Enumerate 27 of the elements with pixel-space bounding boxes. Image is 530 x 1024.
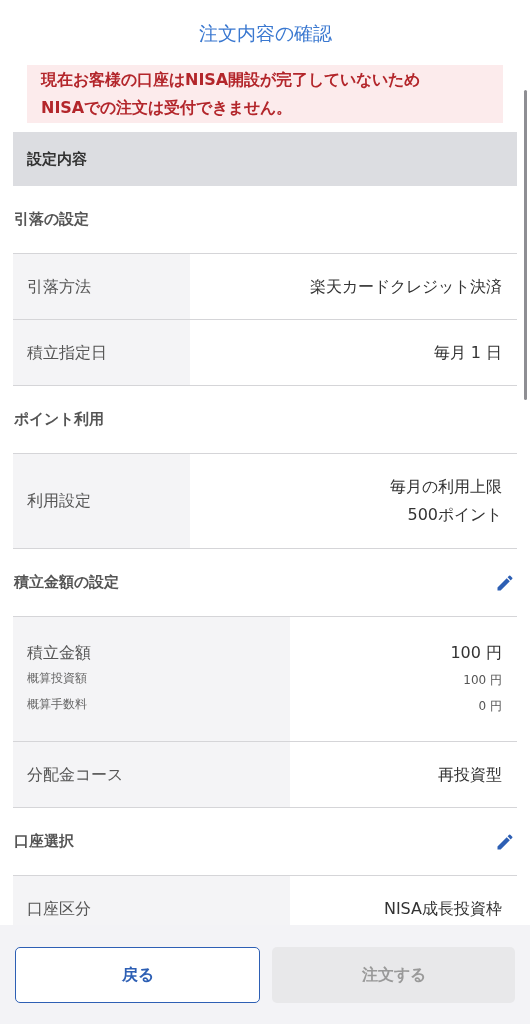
warning-message: 現在お客様の口座はNISA開設が完了していないため NISAでの注文は受付できません。	[27, 65, 503, 123]
row-label: 利用設定	[27, 490, 92, 512]
row-label: 分配金コース	[27, 763, 124, 786]
row-value: 楽天カードクレジット決済	[310, 275, 502, 298]
page-title: 注文内容の確認	[198, 20, 332, 46]
detail-label: 概算投資額	[27, 670, 88, 687]
row-label: 積立金額	[27, 642, 92, 664]
edit-icon[interactable]	[495, 831, 515, 852]
detail-value: 0 円	[478, 698, 502, 715]
row-value: 毎月の利用上限 500ポイント	[390, 476, 502, 526]
section-title: 積立金額の設定	[14, 572, 119, 594]
section-title: 口座選択	[14, 831, 74, 853]
back-button[interactable]: 戻る	[15, 947, 260, 1003]
scrollbar[interactable]	[524, 90, 527, 400]
row-value: NISA成長投資枠	[383, 897, 502, 920]
row-label: 引落方法	[27, 275, 92, 298]
row-value: 毎月 1 日	[433, 341, 502, 364]
detail-value: 100 円	[463, 672, 502, 689]
row-label: 積立指定日	[27, 341, 108, 364]
detail-label: 概算手数料	[27, 696, 88, 713]
section-title: ポイント利用	[14, 409, 104, 431]
row-value: 100 円	[450, 642, 502, 664]
edit-icon[interactable]	[495, 572, 515, 593]
panel-header: 設定内容	[13, 132, 517, 186]
section-title: 引落の設定	[14, 209, 89, 231]
row-value: 再投資型	[438, 763, 502, 786]
row-label: 口座区分	[27, 897, 92, 920]
